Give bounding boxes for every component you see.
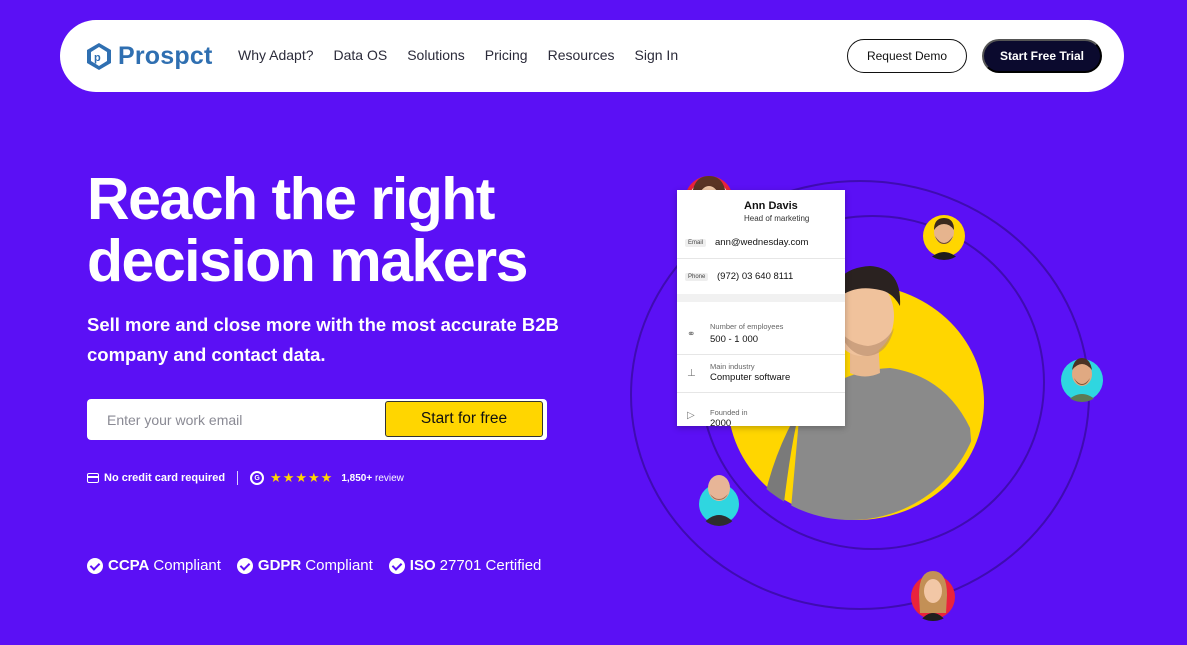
email-label: Email	[685, 239, 707, 247]
badge-text: Compliant	[153, 557, 221, 574]
badge-strong: GDPR	[257, 557, 302, 574]
logo-text: Prospct	[118, 41, 213, 70]
avatar-smiling-man	[1060, 352, 1104, 402]
contact-role: Head of marketing	[744, 214, 810, 223]
contact-name: Ann Davis	[744, 200, 798, 212]
employees-icon: ⚭	[687, 329, 696, 340]
reviews-number: 1,850+	[341, 472, 373, 484]
contact-profile-card: Ann Davis Head of marketing Email ann@we…	[677, 190, 845, 426]
hero-title-line-1: Reach the right	[87, 166, 495, 232]
no-credit-card-text: No credit card required	[104, 472, 226, 484]
start-free-trial-button[interactable]: Start Free Trial	[982, 39, 1102, 73]
nav-link-pricing[interactable]: Pricing	[485, 47, 528, 63]
star-icon: ★	[320, 470, 333, 485]
man-avatar-icon	[1061, 358, 1103, 402]
nav-link-sign-in[interactable]: Sign In	[635, 47, 679, 63]
flag-icon: ▷	[687, 410, 695, 421]
star-icon: ★	[282, 470, 295, 485]
email-signup-form: Start for free	[87, 399, 547, 440]
badge-text: Compliant	[305, 557, 373, 574]
industry-icon: ⊥	[687, 368, 696, 379]
reviews-word: review	[374, 472, 404, 484]
compliance-badges: CCPA Compliant GDPR Compliant ISO 27701 …	[87, 557, 557, 574]
avatar-bald-man	[698, 470, 740, 526]
ccpa-badge: CCPA Compliant	[87, 557, 221, 574]
nav-link-data-os[interactable]: Data OS	[334, 47, 388, 63]
g2-icon: G	[250, 471, 265, 485]
start-for-free-button[interactable]: Start for free	[385, 401, 543, 437]
check-circle-icon	[236, 557, 253, 574]
iso-badge: ISO 27701 Certified	[388, 557, 542, 574]
logo[interactable]: p Prospct	[84, 40, 212, 72]
work-email-input[interactable]	[87, 399, 387, 440]
hero-title: Reach the right decision makers	[87, 168, 587, 292]
card-divider	[677, 354, 845, 355]
industry-value: Computer software	[710, 372, 791, 383]
employees-label: Number of employees	[710, 322, 784, 331]
card-divider	[677, 258, 845, 259]
star-icon: ★	[270, 470, 282, 485]
navbar: p Prospct Why Adapt? Data OS Solutions P…	[60, 20, 1124, 92]
star-icon: ★	[295, 470, 308, 485]
nav-links: Why Adapt? Data OS Solutions Pricing Res…	[238, 47, 698, 63]
founded-value: 2000	[710, 418, 732, 426]
credit-card-icon	[87, 473, 99, 483]
man-avatar-icon	[699, 475, 739, 526]
card-section-band	[677, 294, 845, 302]
man-avatar-icon	[923, 215, 965, 260]
rating-stars: ★ ★ ★ ★ ★	[270, 470, 333, 486]
hero-subtitle: Sell more and close more with the most a…	[87, 314, 559, 365]
star-icon: ★	[308, 470, 320, 485]
gdpr-badge: GDPR Compliant	[236, 557, 373, 574]
phone-label: Phone	[685, 273, 709, 281]
avatar-bearded-man	[922, 210, 966, 260]
woman-avatar-icon	[911, 571, 955, 621]
trust-row: No credit card required G ★ ★ ★ ★ ★ 1,85…	[87, 470, 404, 486]
industry-label: Main industry	[710, 362, 755, 371]
request-demo-button[interactable]: Request Demo	[847, 39, 967, 73]
card-divider	[677, 392, 845, 393]
badge-strong: ISO	[409, 557, 436, 574]
divider	[237, 471, 239, 485]
badge-text: 27701 Certified	[439, 557, 542, 574]
nav-link-solutions[interactable]: Solutions	[407, 47, 465, 63]
nav-link-why-adapt[interactable]: Why Adapt?	[238, 47, 314, 63]
hero-title-line-2: decision makers	[87, 228, 528, 294]
svg-text:p: p	[94, 52, 101, 64]
check-circle-icon	[388, 557, 405, 574]
avatar-blonde-woman	[910, 565, 956, 621]
contact-phone: (972) 03 640 8111	[717, 271, 794, 282]
founded-label: Founded in	[710, 408, 748, 417]
check-circle-icon	[87, 557, 103, 574]
prospct-logo-icon: p	[87, 43, 111, 70]
employees-value: 500 - 1 000	[710, 334, 759, 345]
nav-link-resources[interactable]: Resources	[548, 47, 615, 63]
badge-strong: CCPA	[108, 557, 150, 574]
reviews-count: 1,850+ review	[341, 473, 404, 484]
contact-email: ann@wednesday.com	[715, 237, 809, 248]
